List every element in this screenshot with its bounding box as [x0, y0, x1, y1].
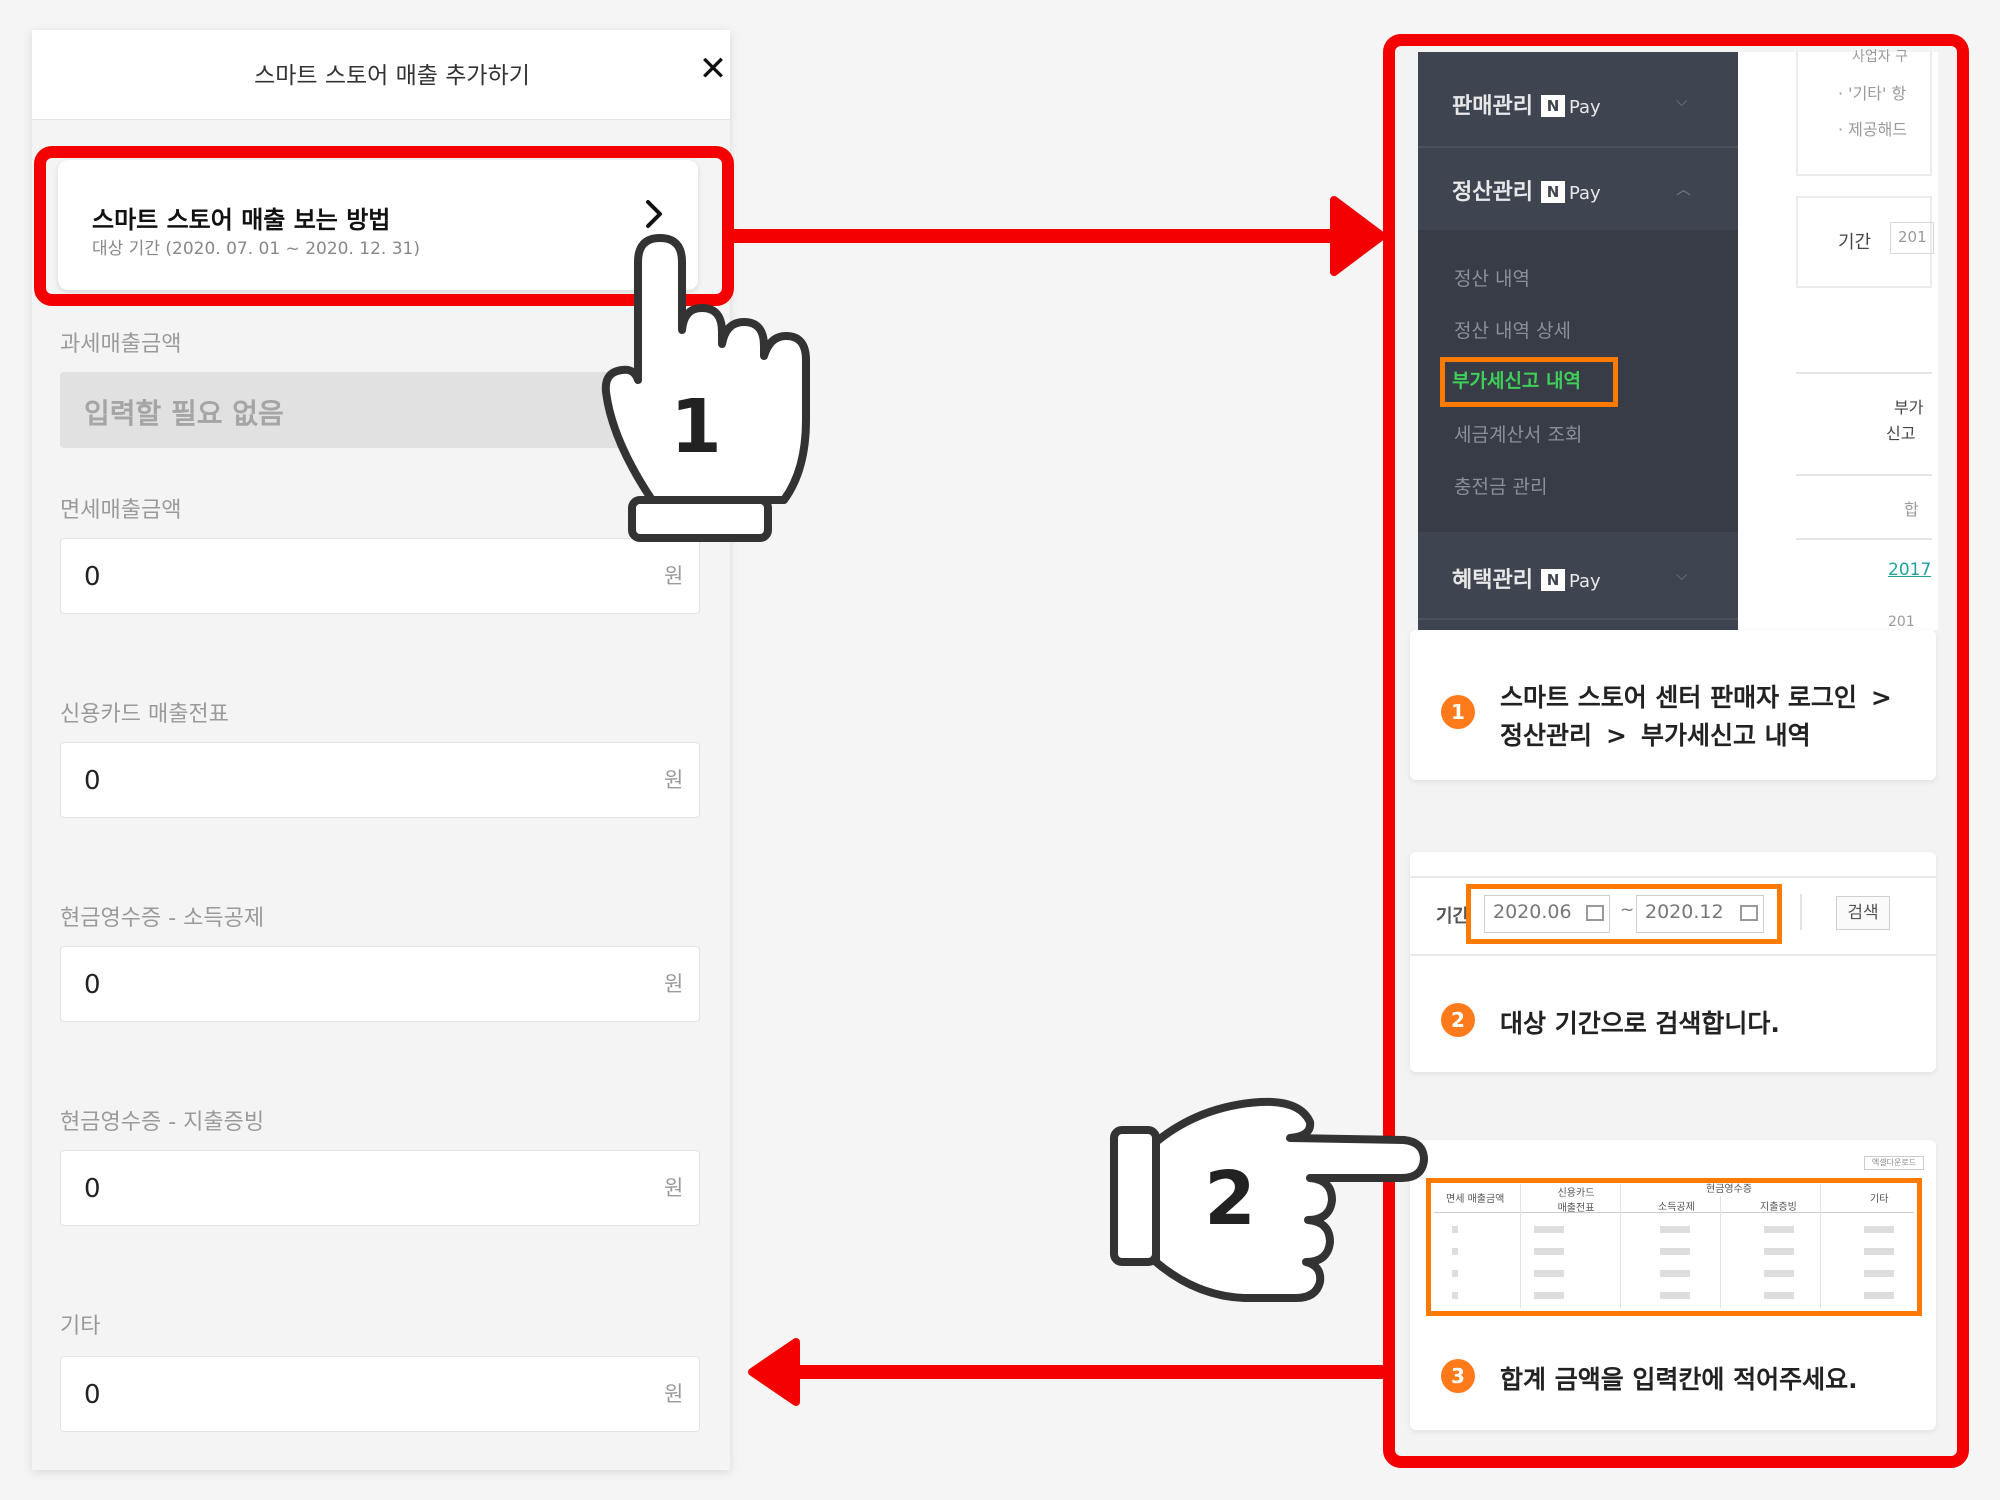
hand-1-number: 1	[670, 384, 722, 470]
annotation-layer: 1 2	[601, 196, 1428, 1406]
guide-composite: 스마트 스토어 매출 추가하기 ✕ 스마트 스토어 매출 보는 방법 대상 기간…	[0, 0, 2000, 1500]
arrow-left-icon	[748, 1338, 1383, 1406]
arrow-right-icon	[734, 196, 1386, 276]
pointing-hand-right-icon	[1110, 1097, 1428, 1302]
hand-2-number: 2	[1204, 1156, 1256, 1242]
